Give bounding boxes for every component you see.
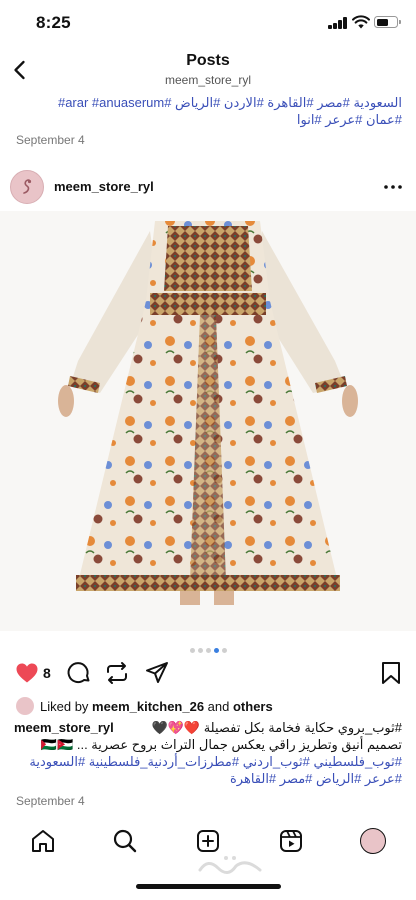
profile-avatar-icon[interactable] xyxy=(360,828,386,854)
carousel-dot xyxy=(221,648,227,654)
watermark-logo xyxy=(198,856,262,874)
previous-post-date: September 4 xyxy=(16,133,85,147)
battery-icon xyxy=(374,16,401,28)
repost-icon[interactable] xyxy=(104,660,130,686)
liked-by-others[interactable]: others xyxy=(233,699,273,714)
embroidered-dress-photo xyxy=(0,211,416,631)
more-dots-icon[interactable] xyxy=(382,176,404,198)
carousel-indicator xyxy=(0,642,416,654)
page-subtitle: meem_store_ryl xyxy=(164,73,252,87)
profile-avatar[interactable] xyxy=(10,170,44,204)
comment-icon[interactable] xyxy=(66,660,92,686)
create-icon[interactable] xyxy=(195,828,221,854)
status-time: 8:25 xyxy=(36,13,71,32)
previous-caption-line[interactable]: #عمان #عرعر #انوا xyxy=(14,111,402,128)
liked-by-user[interactable]: meem_kitchen_26 xyxy=(92,699,204,714)
post-actions: 8 xyxy=(0,658,416,688)
post-image[interactable] xyxy=(0,211,416,631)
previous-caption: السعودية #مصر #القاهرة #الاردن #الرياض #… xyxy=(0,94,416,128)
send-icon[interactable] xyxy=(144,660,170,686)
search-icon[interactable] xyxy=(112,828,138,854)
reels-icon[interactable] xyxy=(278,828,304,854)
carousel-dot xyxy=(189,648,195,654)
carousel-dot xyxy=(205,648,211,654)
post-header: meem_store_ryl xyxy=(0,166,416,208)
liked-by-avatar xyxy=(16,697,34,715)
carousel-dot xyxy=(213,648,219,654)
liked-by-prefix: Liked by xyxy=(40,699,93,714)
post-date: September 4 xyxy=(16,794,85,808)
page-title: Posts xyxy=(186,52,230,69)
caption-hashtags[interactable]: #عرعر #الرياض #مصر #القاهرة xyxy=(14,770,402,787)
home-icon[interactable] xyxy=(30,828,56,854)
carousel-dot xyxy=(197,648,203,654)
post-caption: meem_store_ryl #ثوب_بروي حكاية فخامة بكل… xyxy=(0,719,416,787)
wifi-icon xyxy=(352,15,370,29)
caption-line: #ثوب_بروي حكاية فخامة بكل تفصيلة ❤️💖🖤 xyxy=(151,720,402,735)
caption-first-line: meem_store_ryl #ثوب_بروي حكاية فخامة بكل… xyxy=(14,719,402,736)
cellular-signal-icon xyxy=(328,17,347,29)
post-username[interactable]: meem_store_ryl xyxy=(54,179,154,194)
caption-username[interactable]: meem_store_ryl xyxy=(14,720,114,735)
nav-header: Posts meem_store_ryl xyxy=(0,46,416,94)
liked-by-text: Liked by meem_kitchen_26 and others xyxy=(40,699,273,714)
bookmark-icon[interactable] xyxy=(378,660,404,686)
previous-caption-line[interactable]: السعودية #مصر #القاهرة #الاردن #الرياض #… xyxy=(14,94,402,111)
home-indicator[interactable] xyxy=(136,884,281,889)
heart-filled-icon[interactable] xyxy=(14,660,40,686)
caption-hashtags[interactable]: #ثوب_فلسطيني #ثوب_اردني #مطرزات_أردنية_ف… xyxy=(14,753,402,770)
liked-by-and: and xyxy=(204,699,233,714)
store-logo-icon xyxy=(23,179,32,194)
like-count[interactable]: 8 xyxy=(43,665,51,681)
status-bar: 8:25 xyxy=(0,0,416,46)
caption-line: تصميم أنيق وتطريز راقي يعكس جمال التراث … xyxy=(40,737,402,752)
liked-by[interactable]: Liked by meem_kitchen_26 and others xyxy=(16,697,406,717)
